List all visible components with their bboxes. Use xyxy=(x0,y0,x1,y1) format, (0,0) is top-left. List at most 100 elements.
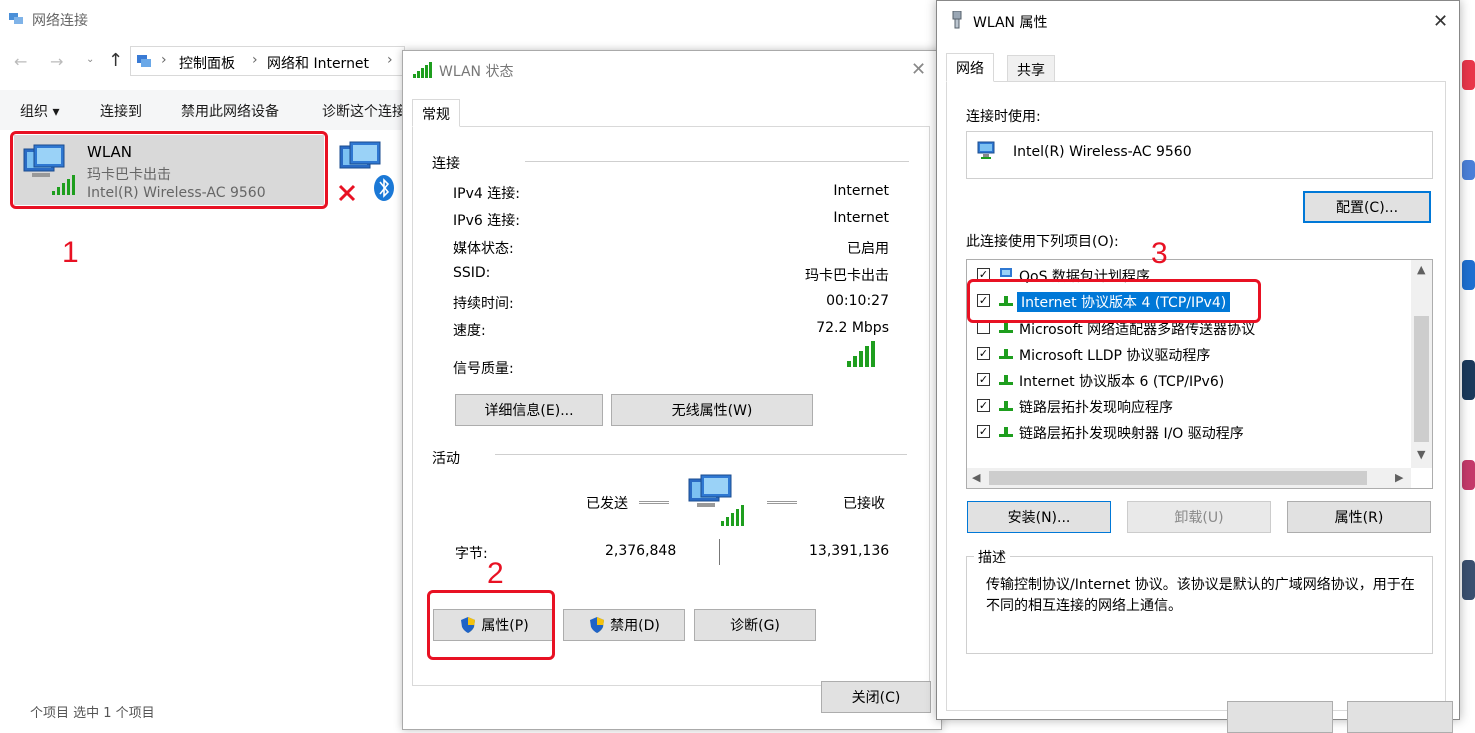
checkbox[interactable]: ✓ xyxy=(977,399,990,412)
vertical-scrollbar[interactable]: ▲ ▼ xyxy=(1411,260,1432,468)
list-item[interactable]: ✓ Microsoft LLDP 协议驱动程序 xyxy=(973,342,1393,366)
wlan-properties-dialog: WLAN 属性 ✕ 网络 共享 连接时使用: Intel(R) Wireless… xyxy=(936,0,1460,733)
qos-icon xyxy=(1000,268,1012,277)
received-line xyxy=(767,501,797,504)
adapter-name: Intel(R) Wireless-AC 9560 xyxy=(1013,144,1192,160)
ok-button[interactable] xyxy=(1227,701,1333,733)
duration-label: 持续时间: xyxy=(453,296,514,312)
configure-button[interactable]: 配置(C)... xyxy=(1303,191,1431,223)
disable-button[interactable]: 禁用(D) xyxy=(563,609,685,641)
forward-arrow-icon[interactable]: → xyxy=(50,52,63,71)
sent-label: 已发送 xyxy=(586,496,628,512)
close-icon[interactable]: ✕ xyxy=(911,59,926,80)
checkbox[interactable]: ✓ xyxy=(977,425,990,438)
group-divider xyxy=(525,161,909,162)
disable-button-label: 禁用(D) xyxy=(610,618,660,634)
annotation-number-2: 2 xyxy=(487,557,504,590)
diagnose-button[interactable]: 诊断(G) xyxy=(694,609,816,641)
protocol-icon xyxy=(999,427,1013,437)
address-bar[interactable]: › 控制面板 › 网络和 Internet › xyxy=(130,46,405,76)
speed-label: 速度: xyxy=(453,323,486,339)
scroll-left-icon[interactable]: ◀ xyxy=(972,471,980,484)
bytes-label: 字节: xyxy=(455,546,488,562)
description-text: 传输控制协议/Internet 协议。该协议是默认的广域网络协议，用于在不同的相… xyxy=(986,577,1415,614)
wlan-status-dialog: WLAN 状态 ✕ 常规 连接 IPv4 连接: Internet IPv6 连… xyxy=(402,50,942,730)
background-apps-strip xyxy=(1460,40,1475,709)
details-button[interactable]: 详细信息(E)... xyxy=(455,394,603,426)
breadcrumb-sep-icon: › xyxy=(161,52,167,68)
connect-to-button[interactable]: 连接到 xyxy=(100,101,142,121)
command-bar: 组织 ▾ 连接到 禁用此网络设备 诊断这个连接 xyxy=(0,90,420,130)
list-item-label: Microsoft LLDP 协议驱动程序 xyxy=(1019,348,1211,364)
scroll-up-icon[interactable]: ▲ xyxy=(1417,263,1425,276)
status-dialog-title: WLAN 状态 xyxy=(439,64,514,80)
organize-menu[interactable]: 组织 ▾ xyxy=(20,101,59,121)
duration-value: 00:10:27 xyxy=(826,293,889,309)
annotation-number-3: 3 xyxy=(1151,237,1168,270)
item-properties-button[interactable]: 属性(R) xyxy=(1287,501,1431,533)
control-panel-icon xyxy=(137,55,151,67)
network-adapter-icon xyxy=(952,11,962,29)
props-dialog-title: WLAN 属性 xyxy=(973,15,1048,31)
protocol-icon xyxy=(999,323,1013,333)
install-button[interactable]: 安装(N)... xyxy=(967,501,1111,533)
bytes-sent-value: 2,376,848 xyxy=(605,543,677,559)
list-item[interactable]: ✓ Internet 协议版本 6 (TCP/IPv6) xyxy=(973,368,1393,392)
signal-quality-label: 信号质量: xyxy=(453,361,514,377)
annotation-box-1 xyxy=(10,131,328,209)
scroll-right-icon[interactable]: ▶ xyxy=(1395,471,1403,484)
breadcrumb-sep-icon: › xyxy=(252,52,258,68)
recent-chevron-icon[interactable]: ⌄ xyxy=(86,54,94,65)
list-item-label: 链路层拓扑发现响应程序 xyxy=(1019,400,1173,416)
ipv6-value: Internet xyxy=(833,210,889,226)
checkbox[interactable]: ✓ xyxy=(977,373,990,386)
up-arrow-icon[interactable]: ↑ xyxy=(108,50,123,71)
scroll-thumb[interactable] xyxy=(1414,316,1429,442)
checkbox[interactable]: ✓ xyxy=(977,347,990,360)
list-item[interactable]: ✓ 链路层拓扑发现响应程序 xyxy=(973,394,1393,418)
uac-shield-icon xyxy=(590,617,605,633)
sent-line xyxy=(639,501,669,504)
disable-device-button[interactable]: 禁用此网络设备 xyxy=(181,101,279,121)
wireless-properties-button[interactable]: 无线属性(W) xyxy=(611,394,813,426)
breadcrumb-control-panel[interactable]: 控制面板 xyxy=(179,53,235,73)
scroll-thumb[interactable] xyxy=(989,471,1367,485)
uninstall-button[interactable]: 卸载(U) xyxy=(1127,501,1271,533)
bluetooth-adapter-icon[interactable] xyxy=(336,140,396,204)
status-bar-text: 个项目 选中 1 个项目 xyxy=(30,706,155,721)
cancel-button[interactable] xyxy=(1347,701,1453,733)
scroll-down-icon[interactable]: ▼ xyxy=(1417,448,1425,461)
tab-sharing[interactable]: 共享 xyxy=(1007,55,1055,81)
back-arrow-icon[interactable]: ← xyxy=(14,52,27,71)
ipv4-label: IPv4 连接: xyxy=(453,186,520,202)
activity-group-label: 活动 xyxy=(432,451,460,467)
connect-using-label: 连接时使用: xyxy=(966,109,1041,125)
adapter-box: Intel(R) Wireless-AC 9560 xyxy=(966,131,1433,179)
explorer-titlebar: 网络连接 xyxy=(0,0,940,40)
network-activity-icon xyxy=(688,474,744,526)
network-folder-icon xyxy=(9,13,23,24)
list-item[interactable]: ✓ 链路层拓扑发现映射器 I/O 驱动程序 xyxy=(973,420,1393,444)
description-label: 描述 xyxy=(974,547,1010,567)
ssid-value: 玛卡巴卡出击 xyxy=(805,268,889,284)
adapter-card-icon xyxy=(977,141,995,159)
tab-network[interactable]: 网络 xyxy=(946,53,994,82)
tab-general[interactable]: 常规 xyxy=(412,99,460,127)
ssid-label: SSID: xyxy=(453,265,491,281)
close-button[interactable]: 关闭(C) xyxy=(821,681,931,713)
ipv4-value: Internet xyxy=(833,183,889,199)
breadcrumb-sep-icon: › xyxy=(387,52,393,68)
diagnose-connection-button[interactable]: 诊断这个连接 xyxy=(322,101,406,121)
protocol-icon xyxy=(999,375,1013,385)
breadcrumb-network-internet[interactable]: 网络和 Internet xyxy=(267,53,369,73)
protocol-icon xyxy=(999,401,1013,411)
list-item-label: 链路层拓扑发现映射器 I/O 驱动程序 xyxy=(1019,426,1244,442)
bytes-received-value: 13,391,136 xyxy=(809,543,890,559)
signal-bars-icon xyxy=(847,341,875,367)
horizontal-scrollbar[interactable]: ◀ ▶ xyxy=(967,468,1411,488)
signal-icon xyxy=(413,62,432,78)
media-state-value: 已启用 xyxy=(847,241,889,257)
group-divider xyxy=(495,454,907,455)
close-icon[interactable]: ✕ xyxy=(1433,11,1448,32)
explorer-title: 网络连接 xyxy=(32,13,88,29)
